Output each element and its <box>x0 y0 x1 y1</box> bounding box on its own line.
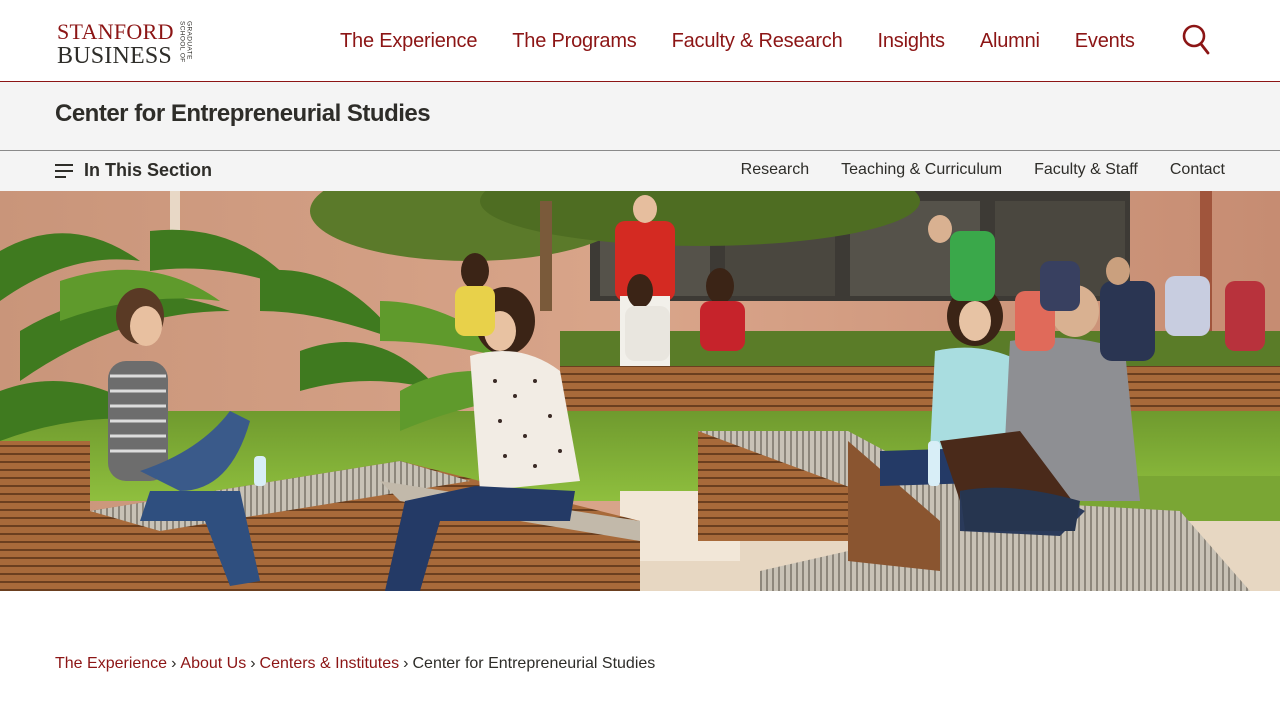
breadcrumb-link-about-us[interactable]: About Us <box>180 655 246 672</box>
students-in-courtyard-photo <box>0 191 1280 591</box>
subnav-link-contact[interactable]: Contact <box>1170 161 1225 179</box>
breadcrumb-separator: › <box>403 655 409 672</box>
breadcrumb-link-centers-institutes[interactable]: Centers & Institutes <box>260 655 400 672</box>
logo-vertical-text: GRADUATE SCHOOL OF <box>178 21 193 63</box>
main-nav: The Experience The Programs Faculty & Re… <box>340 30 1170 53</box>
subnav-link-research[interactable]: Research <box>741 161 809 179</box>
section-banner: Center for Entrepreneurial Studies <box>0 82 1280 151</box>
hero-image <box>0 191 1280 591</box>
section-title[interactable]: Center for Entrepreneurial Studies <box>55 100 431 128</box>
nav-item-alumni[interactable]: Alumni <box>980 30 1040 53</box>
stanford-gsb-logo[interactable]: STANFORD BUSINESS GRADUATE SCHOOL OF <box>57 20 217 68</box>
nav-item-events[interactable]: Events <box>1075 30 1135 53</box>
subnav-link-teaching-curriculum[interactable]: Teaching & Curriculum <box>841 161 1002 179</box>
nav-item-the-experience[interactable]: The Experience <box>340 30 477 53</box>
subnav-links: Research Teaching & Curriculum Faculty &… <box>709 161 1225 179</box>
search-button[interactable] <box>1180 22 1214 58</box>
logo-line-business: BUSINESS <box>57 42 172 69</box>
nav-item-insights[interactable]: Insights <box>878 30 946 53</box>
logo-wordmark: STANFORD BUSINESS <box>57 18 174 69</box>
breadcrumb: The Experience › About Us › Centers & Instit… <box>55 655 655 673</box>
breadcrumb-separator: › <box>171 655 177 672</box>
breadcrumb-current: Center for Entrepreneurial Studies <box>412 655 656 672</box>
in-this-section-label: In This Section <box>84 160 213 180</box>
hamburger-menu-icon <box>55 163 73 178</box>
section-subnav: In This Section Research Teaching & Curr… <box>0 151 1280 191</box>
logo-line-stanford: STANFORD <box>57 18 174 44</box>
breadcrumb-separator: › <box>250 655 256 672</box>
nav-item-the-programs[interactable]: The Programs <box>512 30 637 53</box>
breadcrumb-link-the-experience[interactable]: The Experience <box>55 655 167 672</box>
subnav-link-faculty-staff[interactable]: Faculty & Staff <box>1034 161 1138 179</box>
site-header: STANFORD BUSINESS GRADUATE SCHOOL OF The… <box>0 0 1280 82</box>
nav-item-faculty-research[interactable]: Faculty & Research <box>672 30 843 53</box>
search-icon <box>1182 24 1210 55</box>
in-this-section-toggle[interactable]: In This Section <box>55 160 212 181</box>
